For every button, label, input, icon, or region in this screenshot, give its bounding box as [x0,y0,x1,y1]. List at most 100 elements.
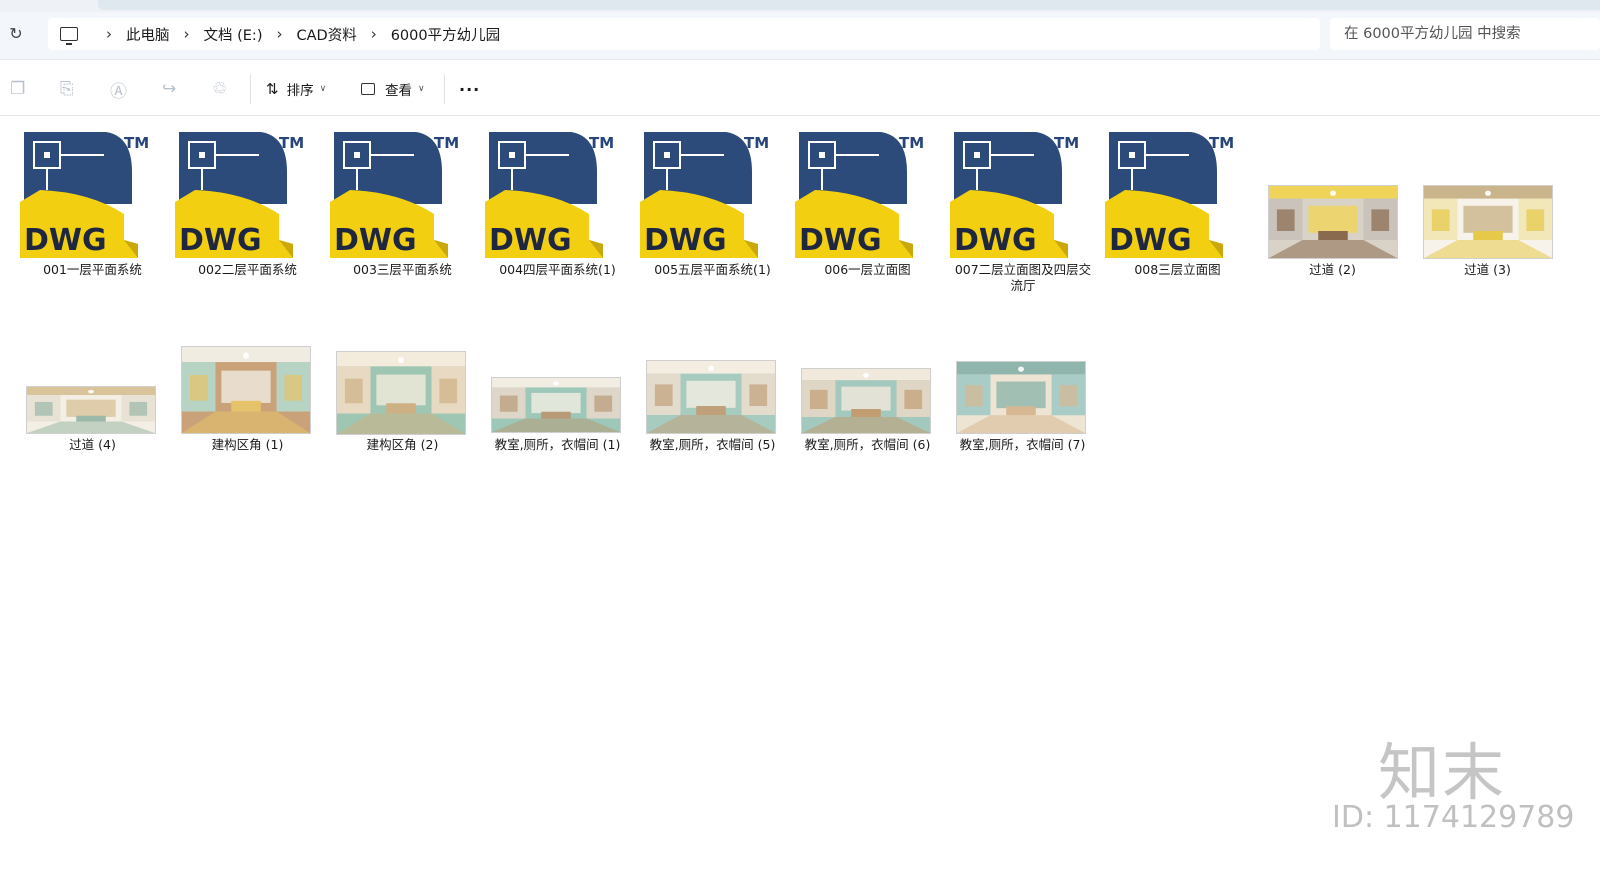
svg-text:DWG: DWG [179,223,262,258]
file-name-label: 教室,厕所，衣帽间 (5) [649,437,776,452]
dwg-file-icon: DWG TM [640,132,769,258]
this-pc-icon[interactable] [60,27,78,45]
image-thumbnail-content [802,369,930,433]
breadcrumb-item[interactable]: 文档 (E:) [204,24,263,45]
svg-text:TM: TM [434,134,459,152]
chevron-down-icon: ∨ [319,84,327,94]
svg-text:DWG: DWG [489,223,572,258]
dwg-file-item[interactable]: DWG TM 003三层平面系统 [325,118,480,288]
image-file-item[interactable]: 建构区角 (2) [325,293,480,463]
file-name-label: 008三层立面图 [1134,262,1221,277]
image-thumbnail-content [647,361,775,433]
image-file-item[interactable]: 过道 (3) [1410,118,1565,288]
dwg-file-item[interactable]: DWG TM 001一层平面系统 [15,118,170,288]
delete-icon[interactable]: ♲ [212,78,227,100]
svg-text:TM: TM [124,134,149,152]
svg-text:TM: TM [744,134,769,152]
svg-text:TM: TM [1054,134,1079,152]
refresh-icon[interactable]: ↻ [6,24,26,44]
chevron-right-icon[interactable]: › [276,26,282,42]
file-name-label: 过道 (2) [1309,262,1356,277]
svg-text:TM: TM [589,134,614,152]
address-bar-row: ↻ › 此电脑 › 文档 (E:) › CAD资料 › 6000平方幼儿园 在 … [0,12,1600,60]
svg-text:TM: TM [1209,134,1234,152]
breadcrumb-item[interactable]: 此电脑 [126,24,170,45]
more-options-button[interactable]: ··· [459,78,480,100]
image-file-item[interactable]: 教室,厕所，衣帽间 (5) [635,293,790,463]
file-name-label: 建构区角 (1) [211,437,284,452]
file-name-label: 007二层立面图及四层交流厅 [954,262,1092,293]
dwg-file-icon: DWG TM [1105,132,1234,258]
dwg-file-icon: DWG TM [330,132,459,258]
image-thumbnail-content [957,362,1085,433]
svg-text:DWG: DWG [1109,223,1192,258]
image-thumbnail-content [337,352,465,434]
file-name-label: 教室,厕所，衣帽间 (7) [959,437,1086,452]
watermark-logo: 知末 [1378,736,1507,809]
svg-text:TM: TM [279,134,304,152]
breadcrumb[interactable]: › 此电脑 › 文档 (E:) › CAD资料 › 6000平方幼儿园 [48,18,1320,50]
file-name-label: 005五层平面系统(1) [654,262,771,277]
file-name-label: 教室,厕所，衣帽间 (6) [804,437,931,452]
image-file-item[interactable]: 教室,厕所，衣帽间 (6) [790,293,945,463]
image-thumbnail [181,346,311,434]
image-thumbnail [801,368,931,434]
svg-text:TM: TM [899,134,924,152]
image-thumbnail-content [182,347,310,433]
image-file-item[interactable]: 教室,厕所，衣帽间 (7) [945,293,1100,463]
breadcrumb-item[interactable]: CAD资料 [296,24,356,45]
svg-text:DWG: DWG [24,223,107,258]
dwg-file-item[interactable]: DWG TM 006一层立面图 [790,118,945,288]
file-name-label: 002二层平面系统 [198,262,297,277]
svg-text:DWG: DWG [954,223,1037,258]
share-icon[interactable]: ↪ [162,78,176,100]
svg-text:DWG: DWG [799,223,882,258]
image-thumbnail [336,351,466,435]
view-button[interactable]: 查看 ∨ [361,78,425,100]
dwg-file-icon: DWG TM [950,132,1079,258]
image-thumbnail [1423,185,1553,259]
view-icon [361,83,375,95]
image-file-item[interactable]: 教室,厕所，衣帽间 (1) [480,293,635,463]
rename-icon[interactable]: Ⓐ [110,78,127,102]
dwg-file-icon: DWG TM [175,132,304,258]
sort-button[interactable]: ⇅ 排序 ∨ [266,78,326,100]
copy-icon[interactable]: ❐ [10,78,25,100]
dwg-file-icon: DWG TM [20,132,149,258]
image-thumbnail [26,386,156,434]
paste-icon[interactable]: ⎘ [60,78,74,100]
toolbar-divider [250,74,251,104]
image-thumbnail-content [1269,186,1397,258]
view-label: 查看 [385,83,412,99]
image-thumbnail [956,361,1086,434]
breadcrumb-item[interactable]: 6000平方幼儿园 [391,24,500,45]
dwg-file-item[interactable]: DWG TM 008三层立面图 [1100,118,1255,288]
dwg-file-item[interactable]: DWG TM 002二层平面系统 [170,118,325,288]
image-file-item[interactable]: 建构区角 (1) [170,293,325,463]
file-name-label: 003三层平面系统 [353,262,452,277]
dwg-file-icon: DWG TM [795,132,924,258]
image-thumbnail [646,360,776,434]
file-name-label: 建构区角 (2) [366,437,439,452]
image-thumbnail-content [492,378,620,432]
watermark-id: ID: 1174129789 [1332,800,1575,835]
search-input[interactable]: 在 6000平方幼儿园 中搜索 [1330,18,1600,50]
image-file-item[interactable]: 过道 (4) [15,293,170,463]
toolbar-divider [444,74,445,104]
chevron-right-icon[interactable]: › [184,26,190,42]
chevron-right-icon[interactable]: › [371,26,377,42]
image-file-item[interactable]: 过道 (2) [1255,118,1410,288]
file-name-label: 教室,厕所，衣帽间 (1) [494,437,621,452]
dwg-file-item[interactable]: DWG TM 004四层平面系统(1) [480,118,635,288]
file-name-label: 004四层平面系统(1) [499,262,616,277]
chevron-right-icon[interactable]: › [106,26,112,42]
svg-text:DWG: DWG [644,223,727,258]
tab-strip [98,0,1600,10]
image-thumbnail [491,377,621,433]
dwg-file-icon: DWG TM [485,132,614,258]
dwg-file-item[interactable]: DWG TM 005五层平面系统(1) [635,118,790,288]
sort-icon: ⇅ [266,80,279,98]
command-bar: ❐ ⎘ Ⓐ ↪ ♲ ⇅ 排序 ∨ 查看 ∨ ··· [0,60,1600,116]
dwg-file-item[interactable]: DWG TM 007二层立面图及四层交流厅 [945,118,1100,293]
sort-label: 排序 [286,83,314,99]
